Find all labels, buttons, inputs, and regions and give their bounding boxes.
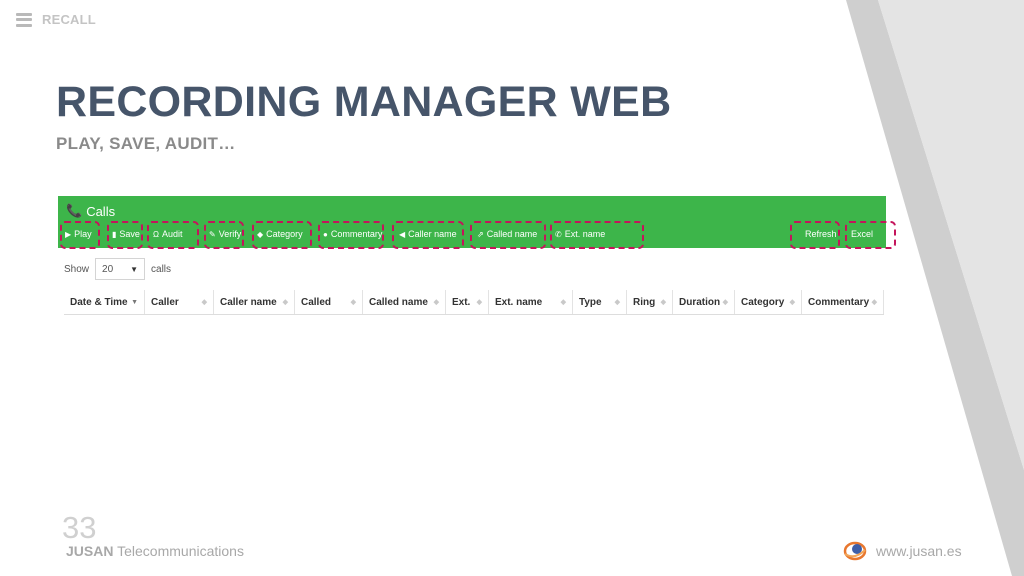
highlight-audit [147,221,199,249]
sort-icon: ◆ [433,299,439,306]
calls-panel: 📞 Calls ▶ Play ▮ Save Ω Audit ✎ Verify ◆ Cate… [58,196,896,316]
sort-icon: ◆ [201,299,207,306]
menu-icon[interactable] [16,12,32,27]
column-header[interactable]: Ring ◆ [627,290,673,314]
sort-desc-icon: ▼ [131,298,138,306]
column-header[interactable]: Ext. ◆ [446,290,489,314]
slide-subtitle: PLAY, SAVE, AUDIT… [56,134,236,153]
slide-title: RECORDING MANAGER WEB [56,78,672,126]
highlight-verify [204,221,244,249]
highlight-excel [845,221,896,249]
sort-icon: ◆ [350,299,356,306]
jusan-logo-icon [843,541,867,561]
highlight-play [60,221,100,249]
highlight-category [252,221,312,249]
sort-icon: ◆ [614,299,620,306]
page-size-value: 20 [102,263,114,275]
company-name: JUSAN Telecommunications [66,543,244,559]
highlight-commentary [318,221,384,249]
table-header: Date & Time ▼ Caller ◆ Caller name ◆ Called… [64,290,884,315]
sort-icon: ◆ [660,299,666,306]
column-header[interactable]: Caller name ◆ [214,290,295,314]
column-header[interactable]: Type ◆ [573,290,627,314]
column-header[interactable]: Called ◆ [295,290,363,314]
page-size-select[interactable]: 20 ▼ [95,258,146,280]
sort-icon: ◆ [282,299,288,306]
panel-title-text: Calls [86,203,116,219]
caret-down-icon: ▼ [130,264,139,274]
column-header[interactable]: Category ◆ [735,290,802,314]
top-bar: RECALL [16,12,96,27]
page-number: 33 [62,510,97,545]
highlight-save [107,221,143,249]
column-header[interactable]: Commentary ◆ [802,290,884,314]
highlight-refresh [790,221,840,249]
company-name-bold: JUSAN [66,543,114,559]
column-header[interactable]: Caller ◆ [145,290,214,314]
panel-title: 📞 Calls [66,203,115,219]
column-header[interactable]: Duration ◆ [673,290,735,314]
show-label: Show [64,263,90,275]
website-link[interactable]: www.jusan.es [876,543,962,559]
calls-panel-header: 📞 Calls ▶ Play ▮ Save Ω Audit ✎ Verify ◆ Cate… [58,196,896,249]
sort-icon: ◆ [476,299,482,306]
column-header[interactable]: Date & Time ▼ [64,290,145,314]
calls-label: calls [151,263,172,275]
column-header[interactable]: Ext. name ◆ [489,290,573,314]
section-label: RECALL [42,12,96,27]
column-header[interactable]: Called name ◆ [363,290,446,314]
page-size-control: Show 20 ▼ calls [64,258,171,280]
sort-icon: ◆ [560,299,566,306]
company-name-rest: Telecommunications [117,543,244,559]
highlight-ext-name [550,221,644,249]
sort-icon: ◆ [789,299,795,306]
sort-icon: ◆ [871,299,877,306]
sort-icon: ◆ [722,299,728,306]
highlight-caller-name [392,221,464,249]
highlight-called-name [470,221,546,249]
phone-icon: 📞 [66,203,83,218]
